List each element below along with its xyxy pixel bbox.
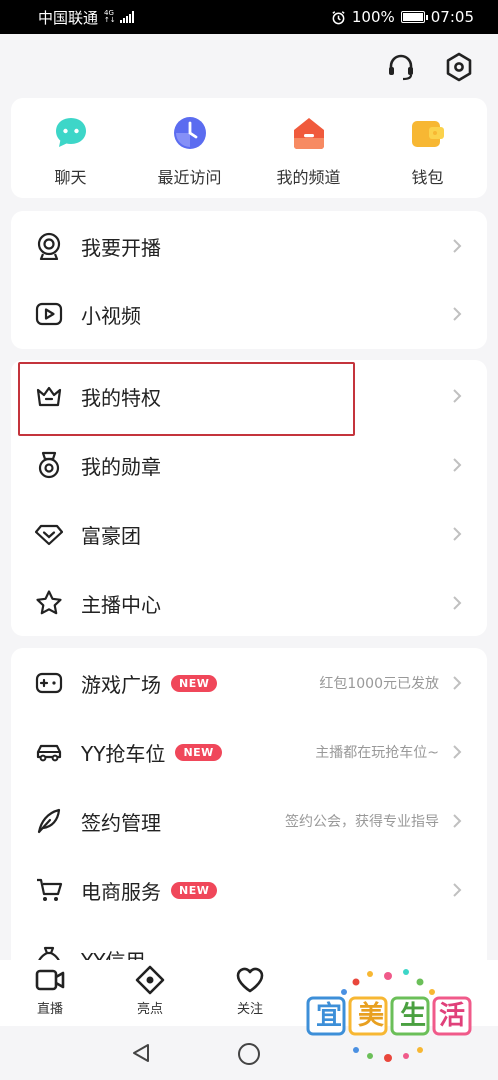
nav-tab-live[interactable]: 直播 <box>0 960 100 1026</box>
chevron-right-icon <box>453 883 462 897</box>
nav-label: 直播 <box>36 1002 63 1017</box>
signal-icon <box>119 11 134 23</box>
clock-time: 07:05 <box>430 8 474 26</box>
menu-item-subtitle: 主播都在玩抢车位~ <box>315 745 439 761</box>
diamond-heart-icon <box>35 524 63 546</box>
nav-label: 亮点 <box>136 1002 163 1017</box>
quick-action-label: 最近访问 <box>157 168 222 187</box>
settings-hex-icon[interactable] <box>442 50 476 84</box>
menu-item-label: 主播中心 <box>81 592 161 617</box>
menu-item-ecommerce[interactable]: 电商服务 NEW <box>11 856 487 924</box>
chevron-right-icon <box>453 389 462 403</box>
status-bar: 中国联通 4G ↑↓ 100% 07:05 <box>0 0 498 34</box>
heart-icon <box>236 967 264 993</box>
menu-item-subtitle: 签约公会，获得专业指导 <box>285 814 439 830</box>
menu-item-anchor-center[interactable]: 主播中心 <box>11 569 487 637</box>
quick-action-chat[interactable]: 聊天 <box>11 98 130 198</box>
menu-item-label: 游戏广场 <box>81 672 161 697</box>
new-badge: NEW <box>171 674 218 692</box>
chevron-right-icon <box>453 527 462 541</box>
gamepad-icon <box>35 672 63 694</box>
headset-icon[interactable] <box>384 50 418 84</box>
car-icon <box>36 744 62 762</box>
new-badge: NEW <box>175 743 222 761</box>
menu-item-rich-club[interactable]: 富豪团 <box>11 500 487 568</box>
chevron-right-icon <box>453 239 462 253</box>
star-icon <box>36 590 62 615</box>
wallet-icon <box>411 121 444 147</box>
live-camera-icon <box>35 969 65 991</box>
alarm-clock-icon <box>332 10 345 24</box>
quick-action-label: 聊天 <box>54 168 87 187</box>
menu-item-my-medals[interactable]: 我的勋章 <box>11 431 487 499</box>
nav-label: 关注 <box>236 1002 263 1017</box>
watermark-text: 宜 美 生 活 <box>315 1001 465 1031</box>
channel-house-icon <box>293 118 324 149</box>
menu-item-label: 小视频 <box>81 303 141 328</box>
chat-bubble-icon <box>55 118 86 147</box>
webcam-icon <box>37 232 61 260</box>
chevron-right-icon <box>453 814 462 828</box>
quick-action-channel[interactable]: 我的频道 <box>249 98 368 198</box>
chevron-right-icon <box>453 745 462 759</box>
highlight-eye-icon <box>135 965 165 995</box>
chevron-right-icon <box>453 307 462 321</box>
menu-group-services: 游戏广场 NEW 红包1000元已发放 YY抢车位 NEW 主播都在玩抢车位~ … <box>11 648 487 978</box>
watermark-logo: 宜 美 生 活 <box>298 958 478 1076</box>
menu-item-label: 电商服务 <box>81 879 161 904</box>
back-icon[interactable] <box>130 1042 152 1068</box>
chevron-right-icon <box>453 596 462 610</box>
menu-item-label: 富豪团 <box>81 523 141 548</box>
video-play-icon <box>35 302 63 326</box>
quick-actions-card: 聊天 最近访问 我的频道 钱包 <box>11 98 487 198</box>
chevron-right-icon <box>453 676 462 690</box>
quick-action-wallet[interactable]: 钱包 <box>368 98 487 198</box>
new-badge: NEW <box>171 881 218 899</box>
menu-item-label: YY抢车位 <box>81 741 166 766</box>
carrier-name: 中国联通 <box>38 8 99 27</box>
nav-tab-following[interactable]: 关注 <box>200 960 300 1026</box>
menu-group-broadcast: 我要开播 小视频 <box>11 211 487 349</box>
quick-action-recent[interactable]: 最近访问 <box>130 98 249 198</box>
top-actions <box>384 50 476 84</box>
chevron-right-icon <box>453 458 462 472</box>
shopping-cart-icon <box>37 878 63 901</box>
menu-item-subtitle: 红包1000元已发放 <box>319 676 439 692</box>
medal-icon <box>38 451 60 479</box>
menu-item-parking[interactable]: YY抢车位 NEW 主播都在玩抢车位~ <box>11 718 487 786</box>
network-type: 4G ↑↓ <box>104 9 116 24</box>
nav-tab-highlights[interactable]: 亮点 <box>100 960 200 1026</box>
battery-icon <box>400 11 428 23</box>
quick-action-label: 我的频道 <box>276 168 341 187</box>
highlight-box <box>18 362 355 436</box>
menu-item-label: 签约管理 <box>81 810 161 835</box>
battery-percent: 100% <box>351 8 395 26</box>
clock-icon <box>173 117 206 149</box>
feather-pen-icon <box>37 808 61 834</box>
menu-item-game-plaza[interactable]: 游戏广场 NEW 红包1000元已发放 <box>11 649 487 717</box>
quick-action-label: 钱包 <box>411 168 444 187</box>
menu-item-contract-management[interactable]: 签约管理 签约公会，获得专业指导 <box>11 787 487 855</box>
menu-item-start-broadcast[interactable]: 我要开播 <box>11 212 487 280</box>
menu-item-label: 我的勋章 <box>81 454 161 479</box>
home-icon[interactable] <box>237 1042 261 1070</box>
menu-item-short-video[interactable]: 小视频 <box>11 280 487 348</box>
menu-item-label: 我要开播 <box>81 235 161 260</box>
